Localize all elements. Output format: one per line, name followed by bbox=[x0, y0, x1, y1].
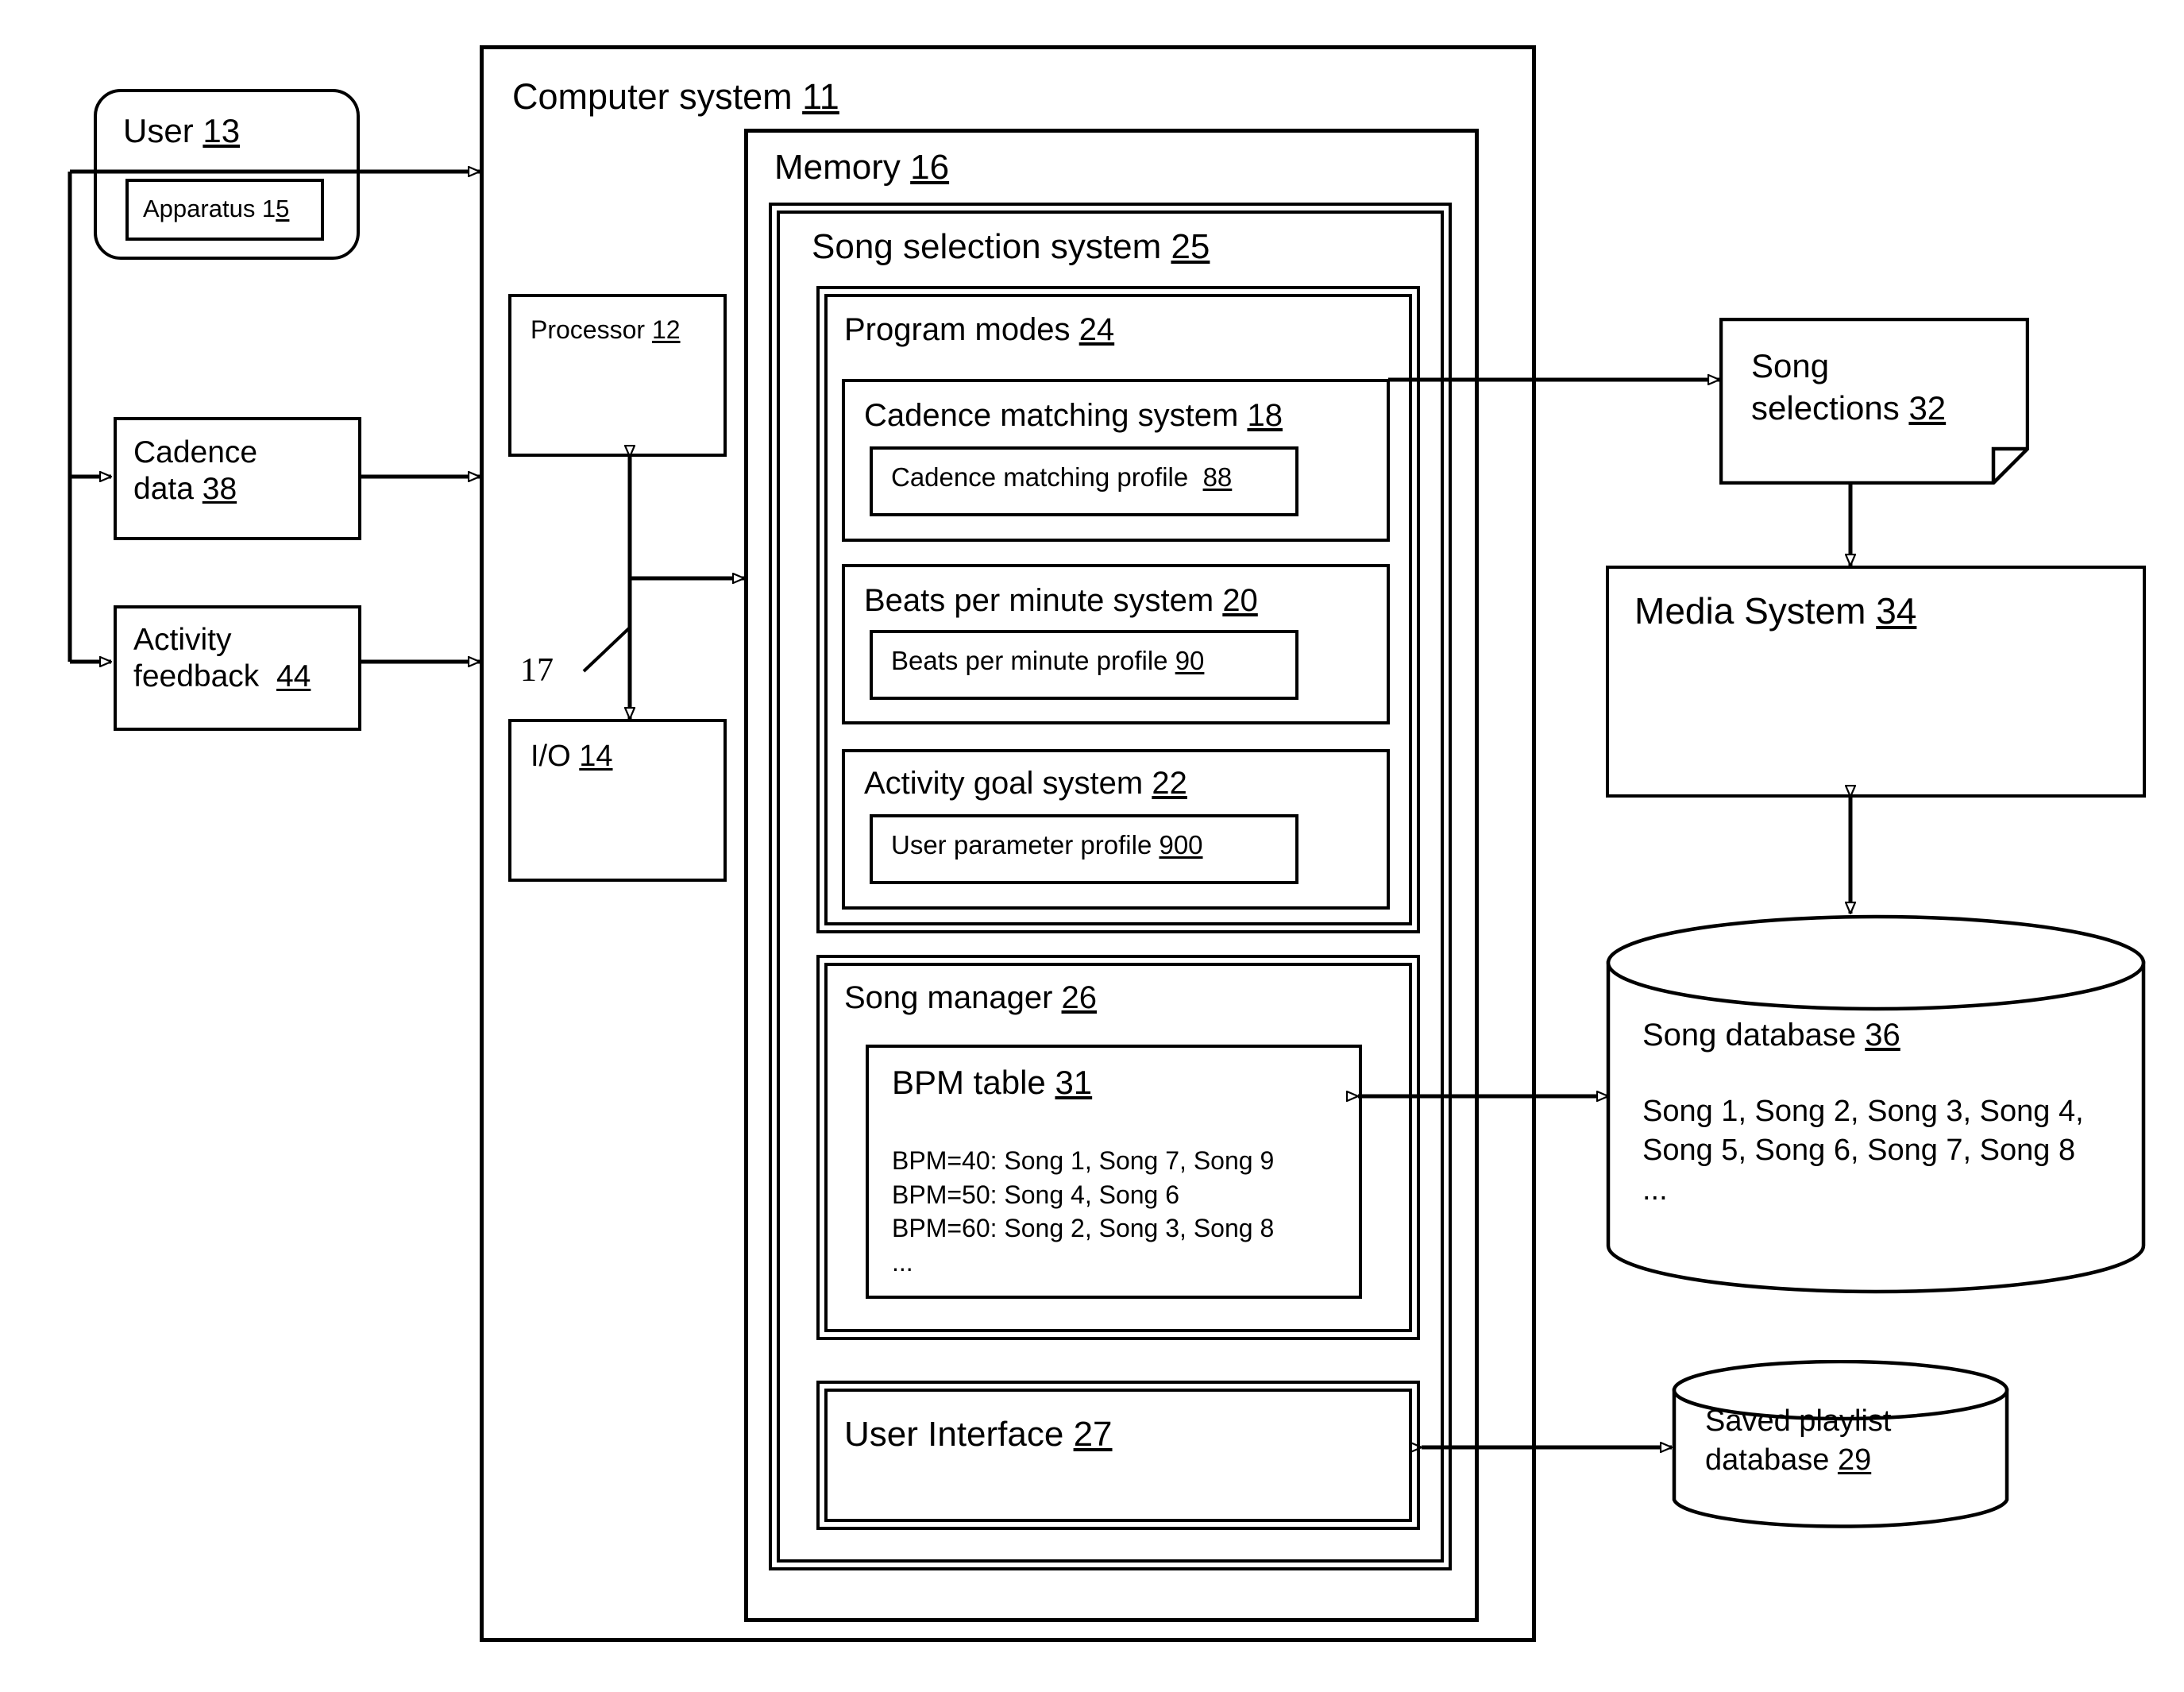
song-database-rows: Song 1, Song 2, Song 3, Song 4, Song 5, … bbox=[1642, 1095, 2084, 1207]
diagram-canvas: User 13 Apparatus 15 Cadence data 38 Act… bbox=[0, 0, 2184, 1692]
user-interface-label: User Interface 27 bbox=[844, 1415, 1113, 1454]
beats-per-minute-system-label: Beats per minute system 20 bbox=[864, 583, 1258, 618]
saved-playlist-database-label: Saved playlist database 29 bbox=[1705, 1404, 1892, 1477]
beats-per-minute-profile-label: Beats per minute profile 90 bbox=[891, 646, 1205, 675]
program-modes-label: Program modes 24 bbox=[844, 312, 1115, 347]
bus-reference-label: 17 bbox=[520, 652, 554, 689]
processor-label: Processor 12 bbox=[531, 315, 681, 344]
computer-system-label: Computer system 11 bbox=[512, 76, 839, 117]
media-system-label: Media System 34 bbox=[1634, 590, 1917, 632]
song-selection-system-label: Song selection system 25 bbox=[812, 227, 1210, 266]
user-interface-inner-border bbox=[824, 1389, 1412, 1522]
activity-feedback-label: Activity feedback 44 bbox=[133, 623, 311, 694]
cadence-matching-system-label: Cadence matching system 18 bbox=[864, 398, 1283, 433]
memory-label: Memory 16 bbox=[774, 148, 950, 187]
bpm-table-rows: BPM=40: Song 1, Song 7, Song 9 BPM=50: S… bbox=[892, 1146, 1275, 1277]
song-database-label: Song database 36 bbox=[1642, 1018, 1900, 1053]
cadence-matching-profile-label: Cadence matching profile 88 bbox=[891, 462, 1233, 492]
song-selections-label: Song selections 32 bbox=[1751, 347, 1947, 427]
song-manager-label: Song manager 26 bbox=[844, 980, 1098, 1015]
bpm-table-label: BPM table 31 bbox=[892, 1064, 1093, 1101]
io-label: I/O 14 bbox=[531, 740, 613, 773]
activity-goal-system-label: Activity goal system 22 bbox=[864, 766, 1187, 801]
apparatus-label: Apparatus 15 bbox=[143, 195, 290, 222]
user-label: User 13 bbox=[123, 112, 241, 149]
user-parameter-profile-label: User parameter profile 900 bbox=[891, 830, 1203, 860]
cadence-data-label: Cadence data 38 bbox=[133, 435, 258, 507]
